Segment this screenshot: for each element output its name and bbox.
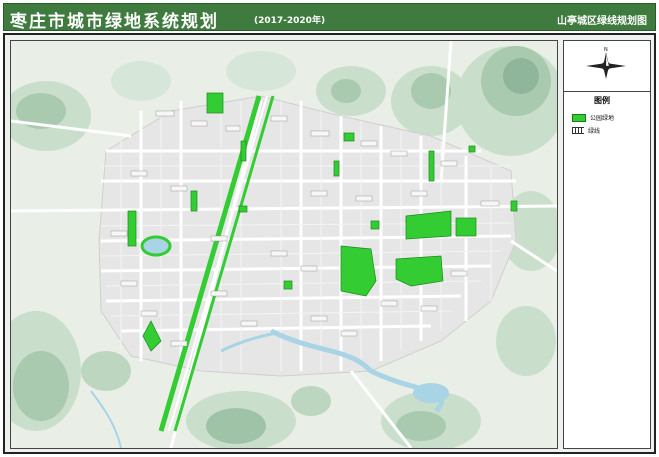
side-panel: N 图例 公园绿地 绿线 <box>563 40 651 449</box>
legend: 图例 公园绿地 绿线 <box>564 92 650 449</box>
map-title: 枣庄市城市绿地系统规划 <box>10 12 219 32</box>
legend-item-greenline: 绿线 <box>572 126 600 135</box>
legend-item-park: 公园绿地 <box>572 113 614 122</box>
lake-west <box>140 235 172 257</box>
north-arrow-icon: N <box>586 47 626 79</box>
legend-title: 图例 <box>594 96 610 105</box>
map-subtitle: 山亭城区绿线规划图 <box>557 16 647 27</box>
map-canvas[interactable] <box>10 40 558 449</box>
park-swatch <box>572 113 586 122</box>
map-graphic <box>11 41 557 448</box>
legend-label-greenline: 绿线 <box>588 128 601 135</box>
map-frame: N 图例 公园绿地 绿线 <box>3 33 656 454</box>
legend-label-park: 公园绿地 <box>590 115 615 122</box>
plan-period: (2017-2020年) <box>254 16 326 26</box>
greenline-swatch <box>572 127 584 134</box>
reservoir-south <box>413 383 449 403</box>
title-bar: 枣庄市城市绿地系统规划 (2017-2020年) 山亭城区绿线规划图 <box>3 3 656 32</box>
north-label: N <box>604 47 608 53</box>
map-sheet: 枣庄市城市绿地系统规划 (2017-2020年) 山亭城区绿线规划图 N 图例 … <box>0 0 659 457</box>
compass-box: N <box>564 41 650 92</box>
